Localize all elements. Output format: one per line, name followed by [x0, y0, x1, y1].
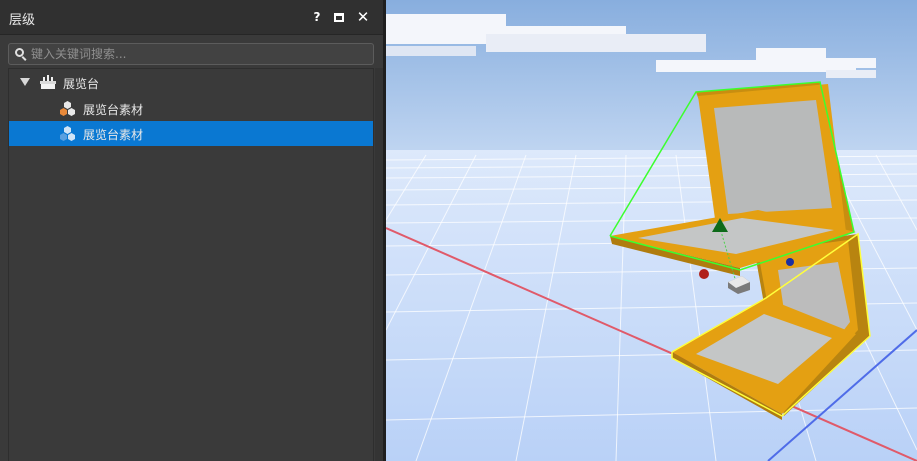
tree-item-label: 展览台素材	[83, 128, 144, 142]
tree-item-child-selected[interactable]: 展览台素材	[9, 121, 373, 146]
tree-item-label: 展览台	[63, 77, 100, 91]
scene-canvas[interactable]	[386, 0, 917, 461]
search-box	[8, 43, 374, 65]
hierarchy-panel: 层级 ? ✕ 展览台	[0, 0, 383, 461]
close-button[interactable]: ✕	[356, 8, 370, 26]
material-cluster-icon	[60, 101, 75, 116]
expand-toggle-icon[interactable]	[20, 78, 30, 86]
tree-item-label: 展览台素材	[83, 103, 144, 117]
hierarchy-tree: 展览台 展览台素材 展览台素材	[8, 68, 374, 461]
maximize-icon	[334, 12, 344, 22]
material-cluster-icon	[60, 126, 75, 141]
maximize-button[interactable]	[332, 9, 346, 25]
scrollbar-track[interactable]	[375, 68, 383, 461]
z-axis-handle-icon[interactable]	[786, 258, 794, 266]
search-icon	[11, 44, 31, 64]
x-axis-handle-icon[interactable]	[699, 269, 709, 279]
tree-item-root[interactable]: 展览台	[9, 70, 373, 95]
exhibition-stand-icon	[40, 75, 56, 89]
panel-title: 层级	[9, 13, 36, 28]
scene-viewport[interactable]	[386, 0, 917, 461]
search-input[interactable]	[31, 47, 361, 61]
panel-header: 层级 ? ✕	[0, 0, 383, 35]
help-button[interactable]: ?	[310, 9, 324, 25]
tree-item-child[interactable]: 展览台素材	[9, 96, 373, 121]
